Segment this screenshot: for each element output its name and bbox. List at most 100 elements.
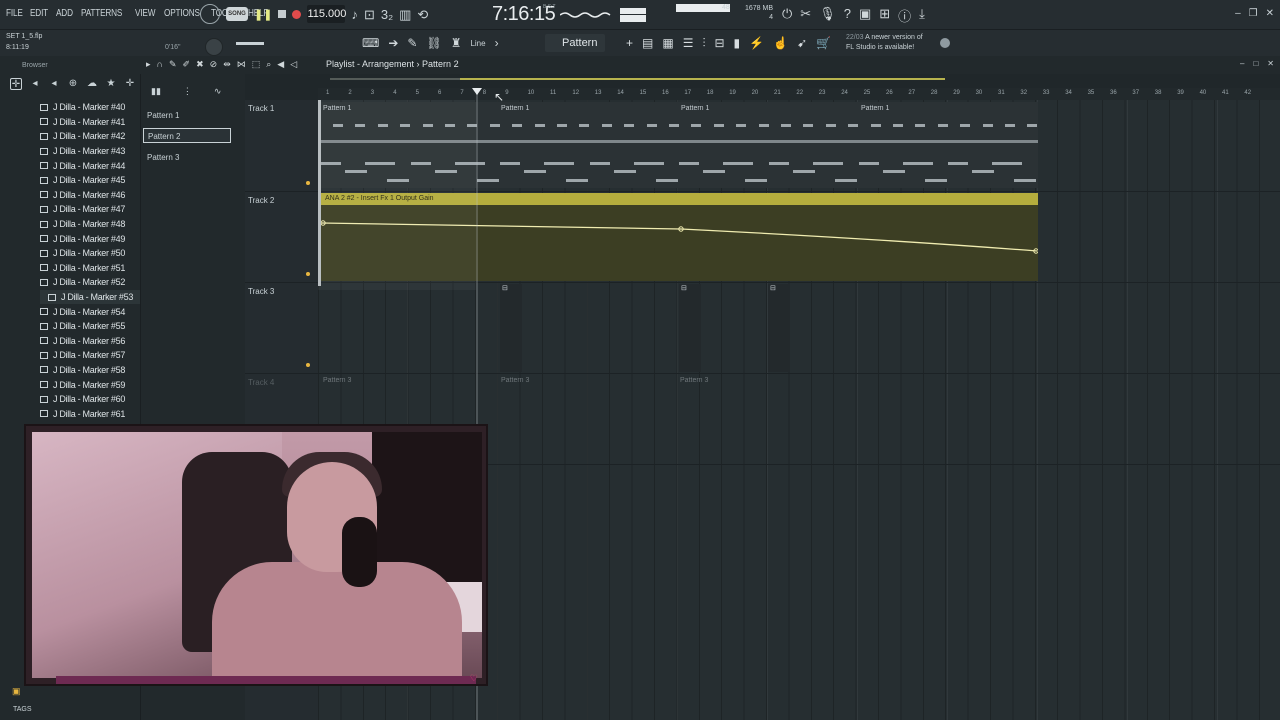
speaker-icon[interactable]: ◁ (290, 59, 297, 70)
master-volume-knob[interactable] (205, 38, 223, 56)
browser-marker-item[interactable]: J Dilla - Marker #42 (40, 129, 140, 144)
save-icon[interactable]: ▣ (859, 6, 871, 25)
track-header-3[interactable]: Track 3 (245, 283, 318, 374)
mixer-faders-icon[interactable]: ⫶ (702, 36, 705, 51)
browser-marker-item[interactable]: J Dilla - Marker #48 (40, 217, 140, 232)
browser-marker-item[interactable]: J Dilla - Marker #49 (40, 231, 140, 246)
globe-icon[interactable] (940, 38, 950, 48)
draw-icon[interactable]: ✎ (169, 59, 177, 70)
browser-marker-item[interactable]: J Dilla - Marker #45 (40, 173, 140, 188)
clipboard-icon[interactable]: ▮ (734, 36, 741, 51)
channel-rack-icon[interactable]: ☰ (683, 36, 694, 51)
link-icon[interactable]: ⛓ (426, 36, 441, 50)
browser-forward-icon[interactable]: ◂ (48, 78, 60, 90)
help-icon[interactable]: ? (844, 6, 851, 25)
stop-icon[interactable] (278, 10, 287, 18)
menu-patterns[interactable]: PATTERNS (81, 8, 122, 19)
track-header-2[interactable]: Track 2 (245, 192, 318, 283)
browser-marker-item[interactable]: J Dilla - Marker #52 (40, 275, 140, 290)
track-header-1[interactable]: Track 1 (245, 100, 318, 192)
song-mode-toggle[interactable]: SONG (226, 7, 248, 21)
browser-marker-item[interactable]: J Dilla - Marker #40 (40, 100, 140, 115)
track-3-clip-1[interactable]: ⊟ (500, 284, 522, 372)
browser-marker-item[interactable]: J Dilla - Marker #51 (40, 261, 140, 276)
metronome-icon[interactable]: ♪ (351, 8, 358, 21)
slice-icon[interactable]: ⋈ (237, 59, 246, 70)
minimize-icon[interactable]: – (1235, 8, 1241, 19)
browser-marker-item[interactable]: J Dilla - Marker #61 (40, 406, 140, 421)
browser-marker-item[interactable]: J Dilla - Marker #60 (40, 392, 140, 407)
playback-icon[interactable]: ◀ (277, 59, 284, 70)
browser-cloud-icon[interactable]: ☁ (86, 78, 98, 90)
menu-view[interactable]: VIEW (135, 8, 155, 19)
magnet-icon[interactable]: ∩ (157, 59, 163, 70)
browser-all-icon[interactable]: ✛ (10, 78, 22, 90)
picker-pattern-2[interactable]: Pattern 2 (143, 128, 231, 143)
browser-marker-item[interactable]: J Dilla - Marker #56 (40, 334, 140, 349)
paint-icon[interactable]: ✐ (183, 59, 191, 70)
menu-file[interactable]: FILE (6, 8, 23, 19)
tags-label[interactable]: TAGS (13, 706, 32, 713)
power-icon[interactable]: ⏻ (782, 6, 792, 25)
track-2-led[interactable] (306, 272, 310, 276)
browser-marker-item[interactable]: J Dilla - Marker #43 (40, 144, 140, 159)
news-panel[interactable]: 22/03 A newer version of FL Studio is av… (846, 33, 923, 53)
browser-marker-item[interactable]: J Dilla - Marker #58 (40, 363, 140, 378)
track-3-clip-2[interactable]: ⊟ (679, 284, 701, 372)
multilink-icon[interactable]: ✂ (800, 6, 811, 25)
browser-star-icon[interactable]: ★ (105, 78, 117, 90)
restore-icon[interactable]: ❐ (1249, 8, 1258, 19)
wave-icon[interactable]: ∿ (214, 86, 222, 97)
tempo-display[interactable]: 115.000 (307, 5, 346, 23)
pause-icon[interactable]: ❚❚ (254, 8, 272, 21)
microphone-icon[interactable]: 🎙 (819, 6, 836, 25)
pattern-selector[interactable]: Pattern 2 (545, 34, 605, 67)
delete-icon[interactable]: ✖ (196, 59, 204, 70)
close-icon[interactable]: ✕ (1266, 8, 1274, 19)
play-arrow-icon[interactable]: ▸ (146, 59, 151, 70)
browser-marker-item[interactable]: J Dilla - Marker #50 (40, 246, 140, 261)
track-4-clip-2[interactable]: Pattern 3 (501, 377, 529, 384)
track-1-led[interactable] (306, 181, 310, 185)
playlist-maximize-icon[interactable]: □ (1253, 59, 1258, 68)
browser-marker-item[interactable]: J Dilla - Marker #53 (40, 289, 140, 305)
menu-edit[interactable]: EDIT (30, 8, 48, 19)
browser-tag-icon[interactable]: ⊕ (67, 78, 79, 90)
loop-start-marker[interactable] (318, 100, 321, 286)
touch-icon[interactable]: ☝ (773, 36, 788, 51)
browser-marker-item[interactable]: J Dilla - Marker #47 (40, 202, 140, 217)
pencil-icon[interactable]: ✎ (407, 36, 417, 50)
record-icon[interactable] (292, 9, 302, 19)
browser-back-icon[interactable]: ◂ (29, 78, 41, 90)
loop-record-icon[interactable]: ⟲ (417, 8, 428, 21)
add-pattern-icon[interactable]: + (626, 36, 633, 51)
browser-marker-item[interactable]: J Dilla - Marker #46 (40, 188, 140, 203)
project-browser-icon[interactable]: ⊟ (714, 36, 724, 51)
track-3-clip-3[interactable]: ⊟ (768, 284, 790, 372)
browser-marker-item[interactable]: J Dilla - Marker #57 (40, 348, 140, 363)
menu-options[interactable]: OPTIONS (164, 8, 200, 19)
download-icon[interactable]: ⤓ (919, 6, 925, 25)
folder-icon[interactable]: ▣ (12, 686, 21, 697)
browser-pin-icon[interactable]: ✛ (124, 78, 136, 90)
master-pitch-slider[interactable] (236, 42, 264, 45)
lane-track-3[interactable] (318, 283, 1280, 374)
stamp-icon[interactable]: ♜ (451, 36, 462, 50)
menu-add[interactable]: ADD (56, 8, 73, 19)
track-4-clip-3[interactable]: Pattern 3 (680, 377, 708, 384)
plugin-icon[interactable]: ⚡ (749, 36, 764, 51)
timeline-ruler[interactable]: 1 2 3 4 5 6 7 8 9 10 11 12 13 14 15 16 17 18 19 20 21 22 23 24 2… (318, 88, 1280, 100)
browser-marker-item[interactable]: J Dilla - Marker #54 (40, 304, 140, 319)
countdown-icon[interactable]: 3₂ (381, 8, 393, 21)
piano-icon[interactable]: ▮▮ (151, 86, 161, 97)
wait-icon[interactable]: ⊡ (364, 8, 375, 21)
snap-selector[interactable]: Line (470, 39, 485, 48)
zoom-icon[interactable]: ⌕ (266, 59, 271, 70)
mute-icon[interactable]: ⊘ (210, 59, 218, 70)
browser-marker-item[interactable]: J Dilla - Marker #44 (40, 158, 140, 173)
piano-roll-icon[interactable]: ▦ (662, 36, 673, 51)
playlist-close-icon[interactable]: ✕ (1267, 59, 1274, 68)
playlist-minimize-icon[interactable]: – (1240, 59, 1244, 68)
track-3-led[interactable] (306, 363, 310, 367)
song-position-bar[interactable] (330, 78, 945, 80)
